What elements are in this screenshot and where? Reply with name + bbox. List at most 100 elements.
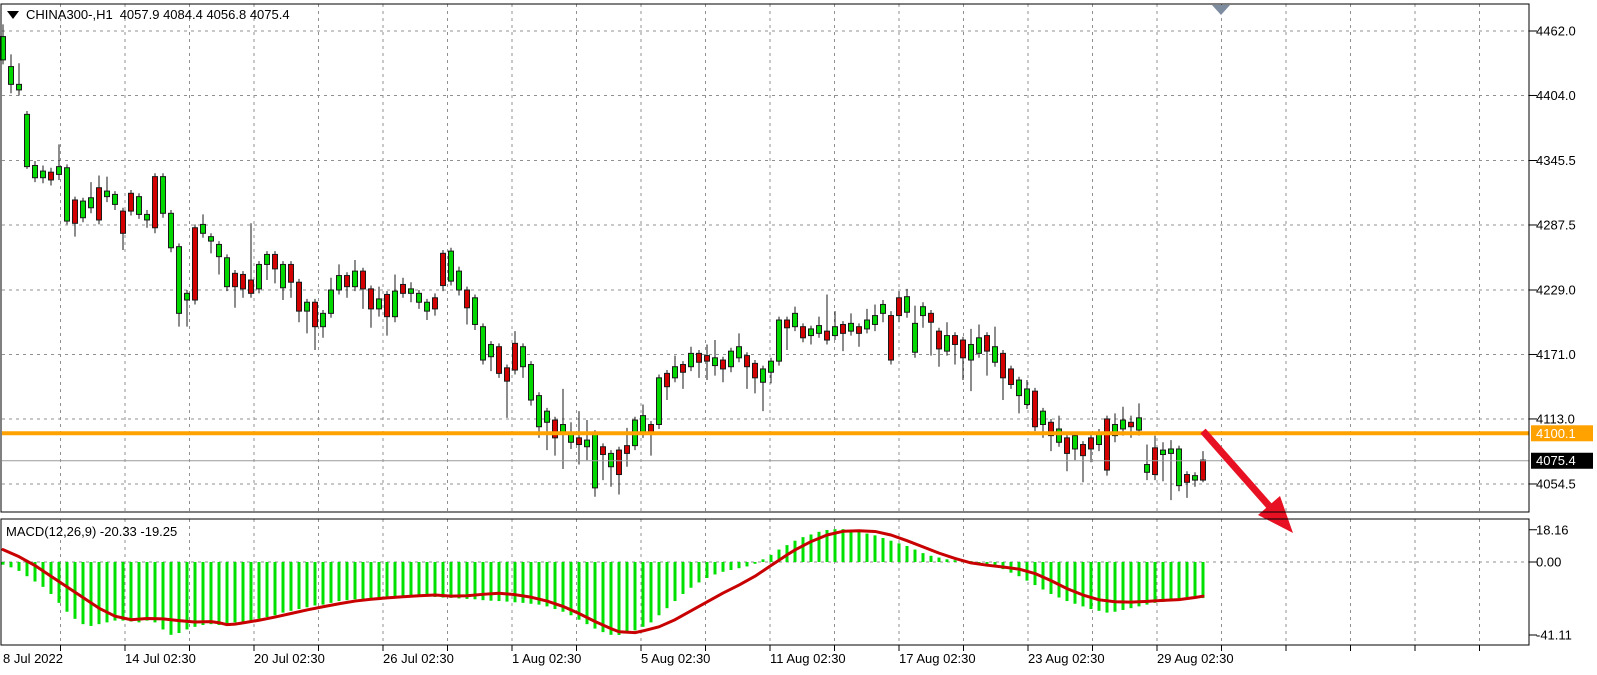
price-axis-label: 4345.5 [1536, 153, 1576, 168]
candle-body [1025, 389, 1030, 405]
macd-histogram-bar [466, 562, 469, 599]
candle-body [665, 373, 670, 386]
time-axis-label: 29 Aug 02:30 [1157, 651, 1234, 666]
time-axis-label: 1 Aug 02:30 [512, 651, 581, 666]
macd-histogram-bar [594, 562, 597, 629]
candle-body [201, 224, 206, 233]
macd-histogram-bar [458, 562, 461, 598]
macd-histogram-bar [426, 562, 429, 597]
macd-histogram-bar [130, 562, 133, 621]
time-axis-label: 5 Aug 02:30 [641, 651, 710, 666]
macd-histogram-bar [746, 562, 749, 566]
candle-body [601, 447, 606, 455]
macd-histogram-bar [1162, 562, 1165, 602]
candle-body [641, 416, 646, 434]
macd-histogram-bar [330, 562, 333, 603]
candle-body [297, 282, 302, 311]
candle-body [785, 320, 790, 328]
macd-histogram-bar [858, 532, 861, 562]
candle-body [1009, 369, 1014, 385]
candle-body [705, 356, 710, 362]
candle-body [1033, 391, 1038, 427]
macd-histogram-bar [402, 562, 405, 597]
candle-body [57, 167, 62, 175]
macd-histogram-bar [1050, 562, 1053, 594]
macd-histogram-bar [730, 562, 733, 570]
macd-histogram-bar [650, 562, 653, 622]
macd-histogram-bar [1090, 562, 1093, 609]
macd-histogram-bar [882, 538, 885, 562]
candle-body [161, 177, 166, 214]
macd-histogram-bar [602, 562, 605, 632]
price-axis-label: 4229.0 [1536, 283, 1576, 298]
level-price-badge-label: 4100.1 [1536, 426, 1576, 441]
macd-histogram-bar [762, 559, 765, 562]
macd-histogram-bar [442, 562, 445, 598]
candle-body [137, 197, 142, 215]
candle-body [681, 364, 686, 372]
macd-histogram-bar [1146, 562, 1149, 605]
macd-histogram-bar [578, 562, 581, 620]
macd-histogram-bar [930, 556, 933, 562]
candle-body [89, 198, 94, 208]
candle-body [497, 347, 502, 374]
macd-histogram-bar [674, 562, 677, 601]
macd-histogram-bar [410, 562, 413, 597]
candle-body [913, 323, 918, 352]
candle-body [577, 438, 582, 445]
macd-histogram-bar [1170, 562, 1173, 601]
candle-body [857, 327, 862, 334]
candle-body [369, 289, 374, 309]
candle-body [489, 344, 494, 356]
macd-histogram-bar [1154, 562, 1157, 603]
candle-body [129, 193, 134, 211]
macd-histogram-bar [2, 562, 5, 565]
macd-histogram-bar [258, 562, 261, 619]
macd-histogram-bar [1202, 562, 1205, 598]
candle-body [241, 274, 246, 288]
candle-body [961, 340, 966, 358]
macd-histogram-bar [898, 543, 901, 562]
candle-body [265, 254, 270, 264]
macd-histogram-bar [738, 562, 741, 568]
candle-body [585, 440, 590, 447]
candle-body [761, 369, 766, 382]
price-axis-label: 4287.5 [1536, 217, 1576, 232]
macd-histogram-bar [386, 562, 389, 598]
macd-histogram-bar [394, 562, 397, 597]
macd-histogram-bar [954, 560, 957, 562]
candle-body [337, 276, 342, 290]
macd-histogram-bar [242, 562, 245, 621]
main-chart-panel[interactable] [1, 4, 1529, 512]
macd-histogram-bar [770, 555, 773, 562]
candle-body [873, 316, 878, 325]
candle-body [321, 313, 326, 326]
macd-histogram-bar [1106, 562, 1109, 613]
candle-body [753, 363, 758, 377]
macd-histogram-bar [1114, 562, 1117, 612]
macd-histogram-bar [354, 562, 357, 599]
macd-histogram-bar [1058, 562, 1061, 598]
candle-body [145, 214, 150, 220]
macd-histogram-bar [1138, 562, 1141, 606]
symbol-dropdown-icon[interactable] [7, 11, 19, 19]
candle-body [729, 351, 734, 367]
candle-body [425, 302, 430, 311]
candle-body [969, 344, 974, 360]
macd-histogram-bar [18, 562, 21, 571]
candle-body [193, 228, 198, 300]
macd-histogram-bar [666, 562, 669, 608]
price-axis-label: 4054.5 [1536, 476, 1576, 491]
candle-body [457, 271, 462, 290]
candle-body [169, 213, 174, 247]
macd-histogram-bar [1066, 562, 1069, 601]
trend-arrow-shaft[interactable] [1203, 431, 1271, 508]
candle-body [1177, 449, 1182, 486]
macd-panel[interactable] [1, 519, 1529, 645]
candle-body [1121, 420, 1126, 429]
candle-body [361, 271, 366, 289]
candle-body [209, 237, 214, 241]
macd-histogram-bar [562, 562, 565, 612]
macd-histogram-bar [874, 535, 877, 562]
macd-histogram-bar [114, 562, 117, 621]
